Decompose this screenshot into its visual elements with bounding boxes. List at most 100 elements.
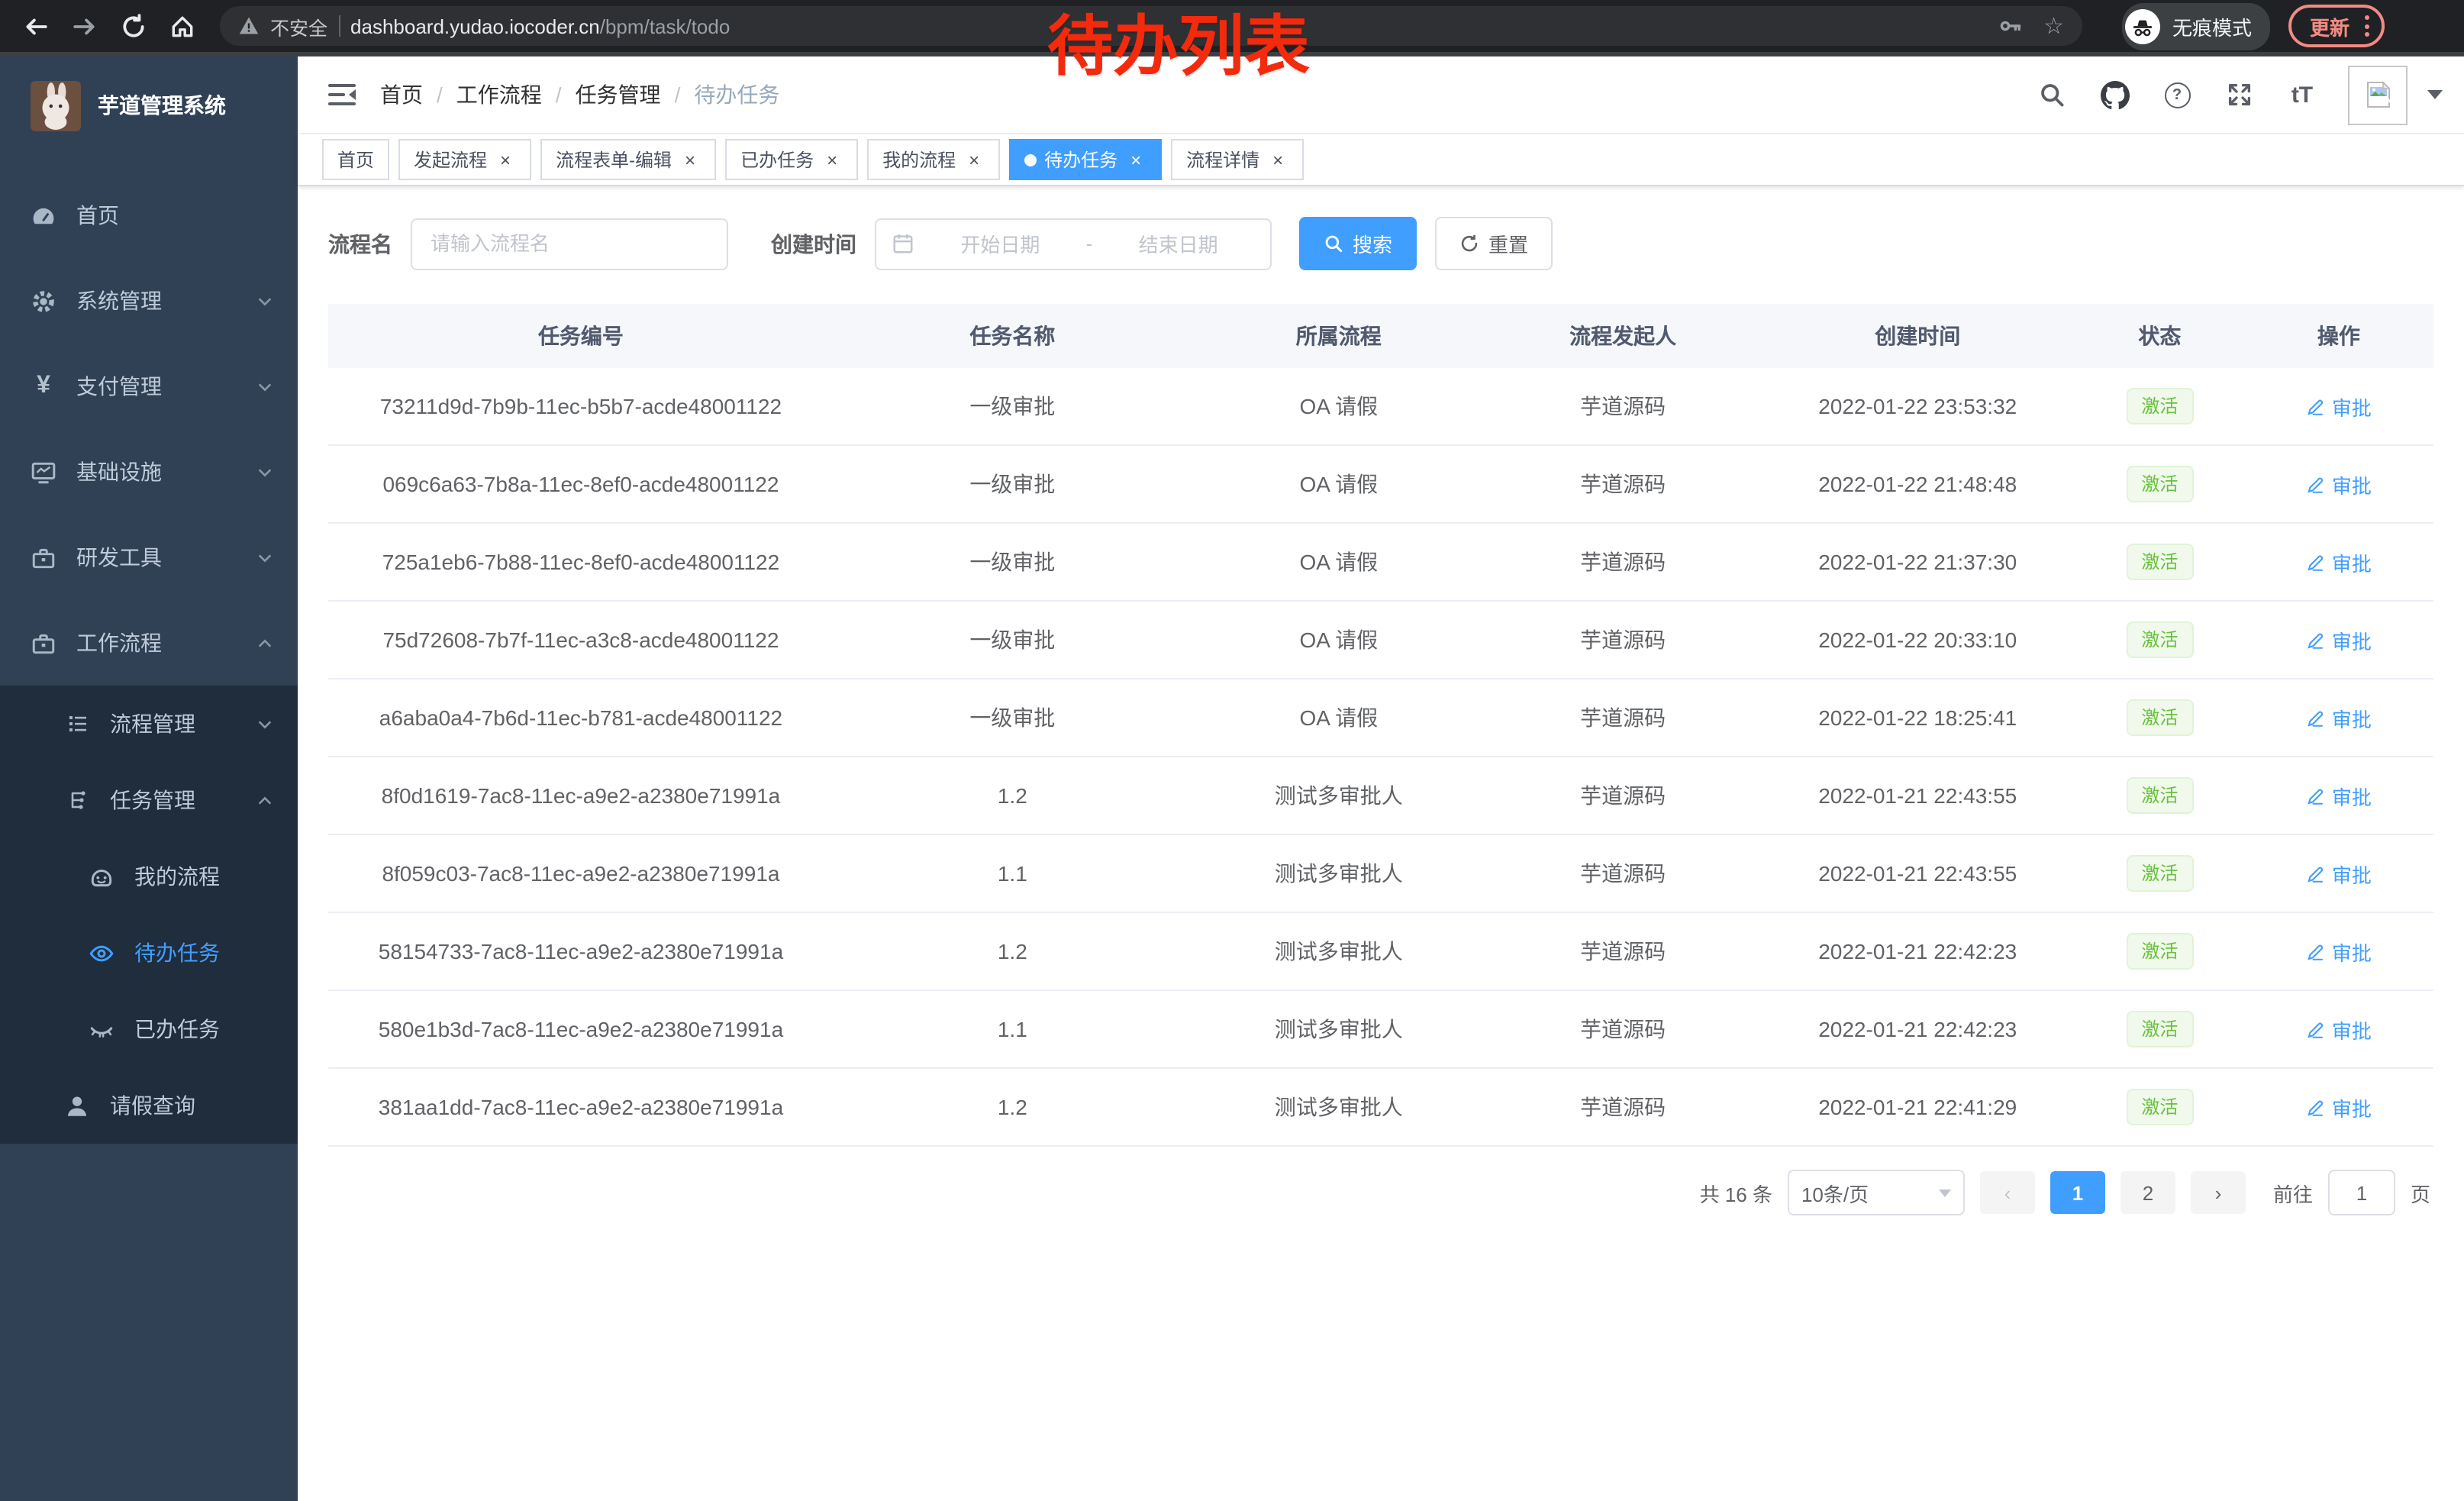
prev-page-button[interactable]: ‹	[1980, 1171, 2035, 1214]
table-row: 8f0d1619-7ac8-11ec-a9e2-a2380e71991a 1.2…	[328, 757, 2433, 834]
close-icon[interactable]: ×	[679, 149, 701, 170]
approve-link[interactable]: 审批	[2306, 625, 2372, 654]
close-icon[interactable]: ×	[821, 149, 843, 170]
logo-rabbit-avatar	[31, 80, 81, 131]
approve-link[interactable]: 审批	[2306, 937, 2372, 966]
sidebar-item-home[interactable]: 首页	[0, 173, 298, 258]
sidebar-item-leave-query[interactable]: 请假查询	[0, 1067, 298, 1144]
chevron-down-icon	[1939, 1189, 1951, 1196]
approve-link[interactable]: 审批	[2306, 470, 2372, 499]
tab-todo-tasks[interactable]: 待办任务 ×	[1009, 139, 1162, 180]
reset-button[interactable]: 重置	[1435, 217, 1553, 270]
logo[interactable]: 芋道管理系统	[0, 56, 298, 154]
browser-forward-button[interactable]	[64, 6, 104, 46]
process-name-label: 流程名	[328, 228, 392, 259]
status-badge: 激活	[2126, 699, 2193, 737]
status-badge: 激活	[2126, 1088, 2193, 1126]
next-page-button[interactable]: ›	[2191, 1171, 2246, 1214]
browser-reload-button[interactable]	[113, 6, 153, 46]
table-row: 381aa1dd-7ac8-11ec-a9e2-a2380e71991a 1.2…	[328, 1068, 2433, 1146]
tab-home[interactable]: 首页	[322, 139, 389, 180]
toolbox-icon	[31, 544, 56, 570]
active-dot	[1024, 153, 1037, 166]
annotation-todo-list: 待办列表	[1047, 12, 1310, 85]
page-size-select[interactable]: 10条/页	[1788, 1170, 1965, 1215]
sidebar-item-my-process[interactable]: 我的流程	[0, 838, 298, 915]
password-key-icon[interactable]	[1998, 14, 2022, 38]
sidebar-item-process-management[interactable]: 流程管理	[0, 686, 298, 762]
fullscreen-icon[interactable]	[2223, 78, 2256, 111]
browser-menu-icon[interactable]	[2362, 12, 2372, 40]
browser-back-button[interactable]	[15, 6, 55, 46]
approve-link[interactable]: 审批	[2306, 1015, 2372, 1044]
chevron-up-icon	[256, 792, 273, 809]
sidebar-item-workflow[interactable]: 工作流程	[0, 600, 298, 686]
tab-start-process[interactable]: 发起流程 ×	[398, 139, 531, 180]
approve-link[interactable]: 审批	[2306, 392, 2372, 421]
yen-icon: ¥	[31, 373, 56, 399]
url-text: dashboard.yudao.iocoder.cn/bpm/task/todo	[350, 15, 730, 37]
avatar-caret-icon[interactable]	[2427, 90, 2443, 99]
tab-done-tasks[interactable]: 已办任务 ×	[725, 139, 858, 180]
security-warning-icon	[238, 15, 260, 37]
search-icon[interactable]	[2035, 78, 2069, 111]
approve-link[interactable]: 审批	[2306, 859, 2372, 888]
font-size-icon[interactable]: tT	[2285, 78, 2319, 111]
col-starter: 流程发起人	[1486, 304, 1760, 368]
sidebar-item-label: 支付管理	[76, 371, 162, 402]
sidebar-item-task-management[interactable]: 任务管理	[0, 762, 298, 838]
status-badge: 激活	[2126, 1010, 2193, 1048]
avatar[interactable]	[2348, 65, 2408, 124]
process-name-input[interactable]	[411, 218, 728, 270]
help-icon[interactable]: ?	[2160, 78, 2194, 111]
create-time-label: 创建时间	[771, 228, 856, 259]
page-button-2[interactable]: 2	[2121, 1171, 2175, 1214]
status-badge: 激活	[2126, 387, 2193, 425]
gear-icon	[31, 288, 56, 314]
tab-form-edit[interactable]: 流程表单-编辑 ×	[540, 139, 716, 180]
tab-process-detail[interactable]: 流程详情 ×	[1171, 139, 1304, 180]
github-icon[interactable]	[2098, 78, 2131, 111]
page-button-1[interactable]: 1	[2050, 1171, 2105, 1214]
workflow-submenu: 流程管理 任务管理	[0, 686, 298, 1144]
bookmark-star-icon[interactable]: ☆	[2043, 15, 2064, 37]
approve-link[interactable]: 审批	[2306, 781, 2372, 810]
sidebar-item-todo-tasks[interactable]: 待办任务	[0, 915, 298, 991]
status-badge: 激活	[2126, 621, 2193, 659]
close-icon[interactable]: ×	[1125, 149, 1147, 170]
search-button[interactable]: 搜索	[1299, 217, 1417, 270]
list-icon	[64, 711, 90, 737]
approve-link[interactable]: 审批	[2306, 1093, 2372, 1122]
browser-home-button[interactable]	[162, 6, 202, 46]
approve-link[interactable]: 审批	[2306, 703, 2372, 732]
sidebar-item-done-tasks[interactable]: 已办任务	[0, 991, 298, 1067]
calendar-icon	[892, 232, 914, 255]
sidebar-item-label: 基础设施	[76, 457, 162, 487]
date-range-separator: -	[1086, 232, 1093, 255]
status-badge: 激活	[2126, 932, 2193, 970]
browser-update-button[interactable]: 更新	[2288, 5, 2385, 47]
sidebar-item-system[interactable]: 系统管理	[0, 258, 298, 344]
goto-page-input[interactable]	[2328, 1170, 2395, 1215]
sidebar-item-payment[interactable]: ¥ 支付管理	[0, 344, 298, 429]
goto-label: 前往	[2273, 1178, 2313, 1207]
breadcrumb-home[interactable]: 首页	[380, 79, 423, 110]
table-row: 73211d9d-7b9b-11ec-b5b7-acde48001122 一级审…	[328, 368, 2433, 445]
robot-face-icon	[89, 863, 114, 889]
page-content: 流程名 创建时间 开始日期 - 结束日期	[298, 186, 2464, 1215]
sidebar-item-label: 任务管理	[110, 785, 195, 815]
sidebar-item-dev-tools[interactable]: 研发工具	[0, 515, 298, 600]
approve-link[interactable]: 审批	[2306, 547, 2372, 576]
sidebar-item-infrastructure[interactable]: 基础设施	[0, 429, 298, 515]
sidebar-collapse-icon[interactable]	[319, 72, 365, 118]
breadcrumb-task-management[interactable]: 任务管理	[576, 79, 661, 110]
search-icon	[1324, 234, 1343, 253]
close-icon[interactable]: ×	[495, 149, 516, 170]
tree-icon	[64, 787, 90, 813]
close-icon[interactable]: ×	[963, 149, 985, 170]
close-icon[interactable]: ×	[1267, 149, 1288, 170]
filter-bar: 流程名 创建时间 开始日期 - 结束日期	[328, 217, 2433, 270]
date-range-picker[interactable]: 开始日期 - 结束日期	[875, 218, 1272, 270]
tab-my-process[interactable]: 我的流程 ×	[867, 139, 1000, 180]
breadcrumb-workflow[interactable]: 工作流程	[456, 79, 542, 110]
